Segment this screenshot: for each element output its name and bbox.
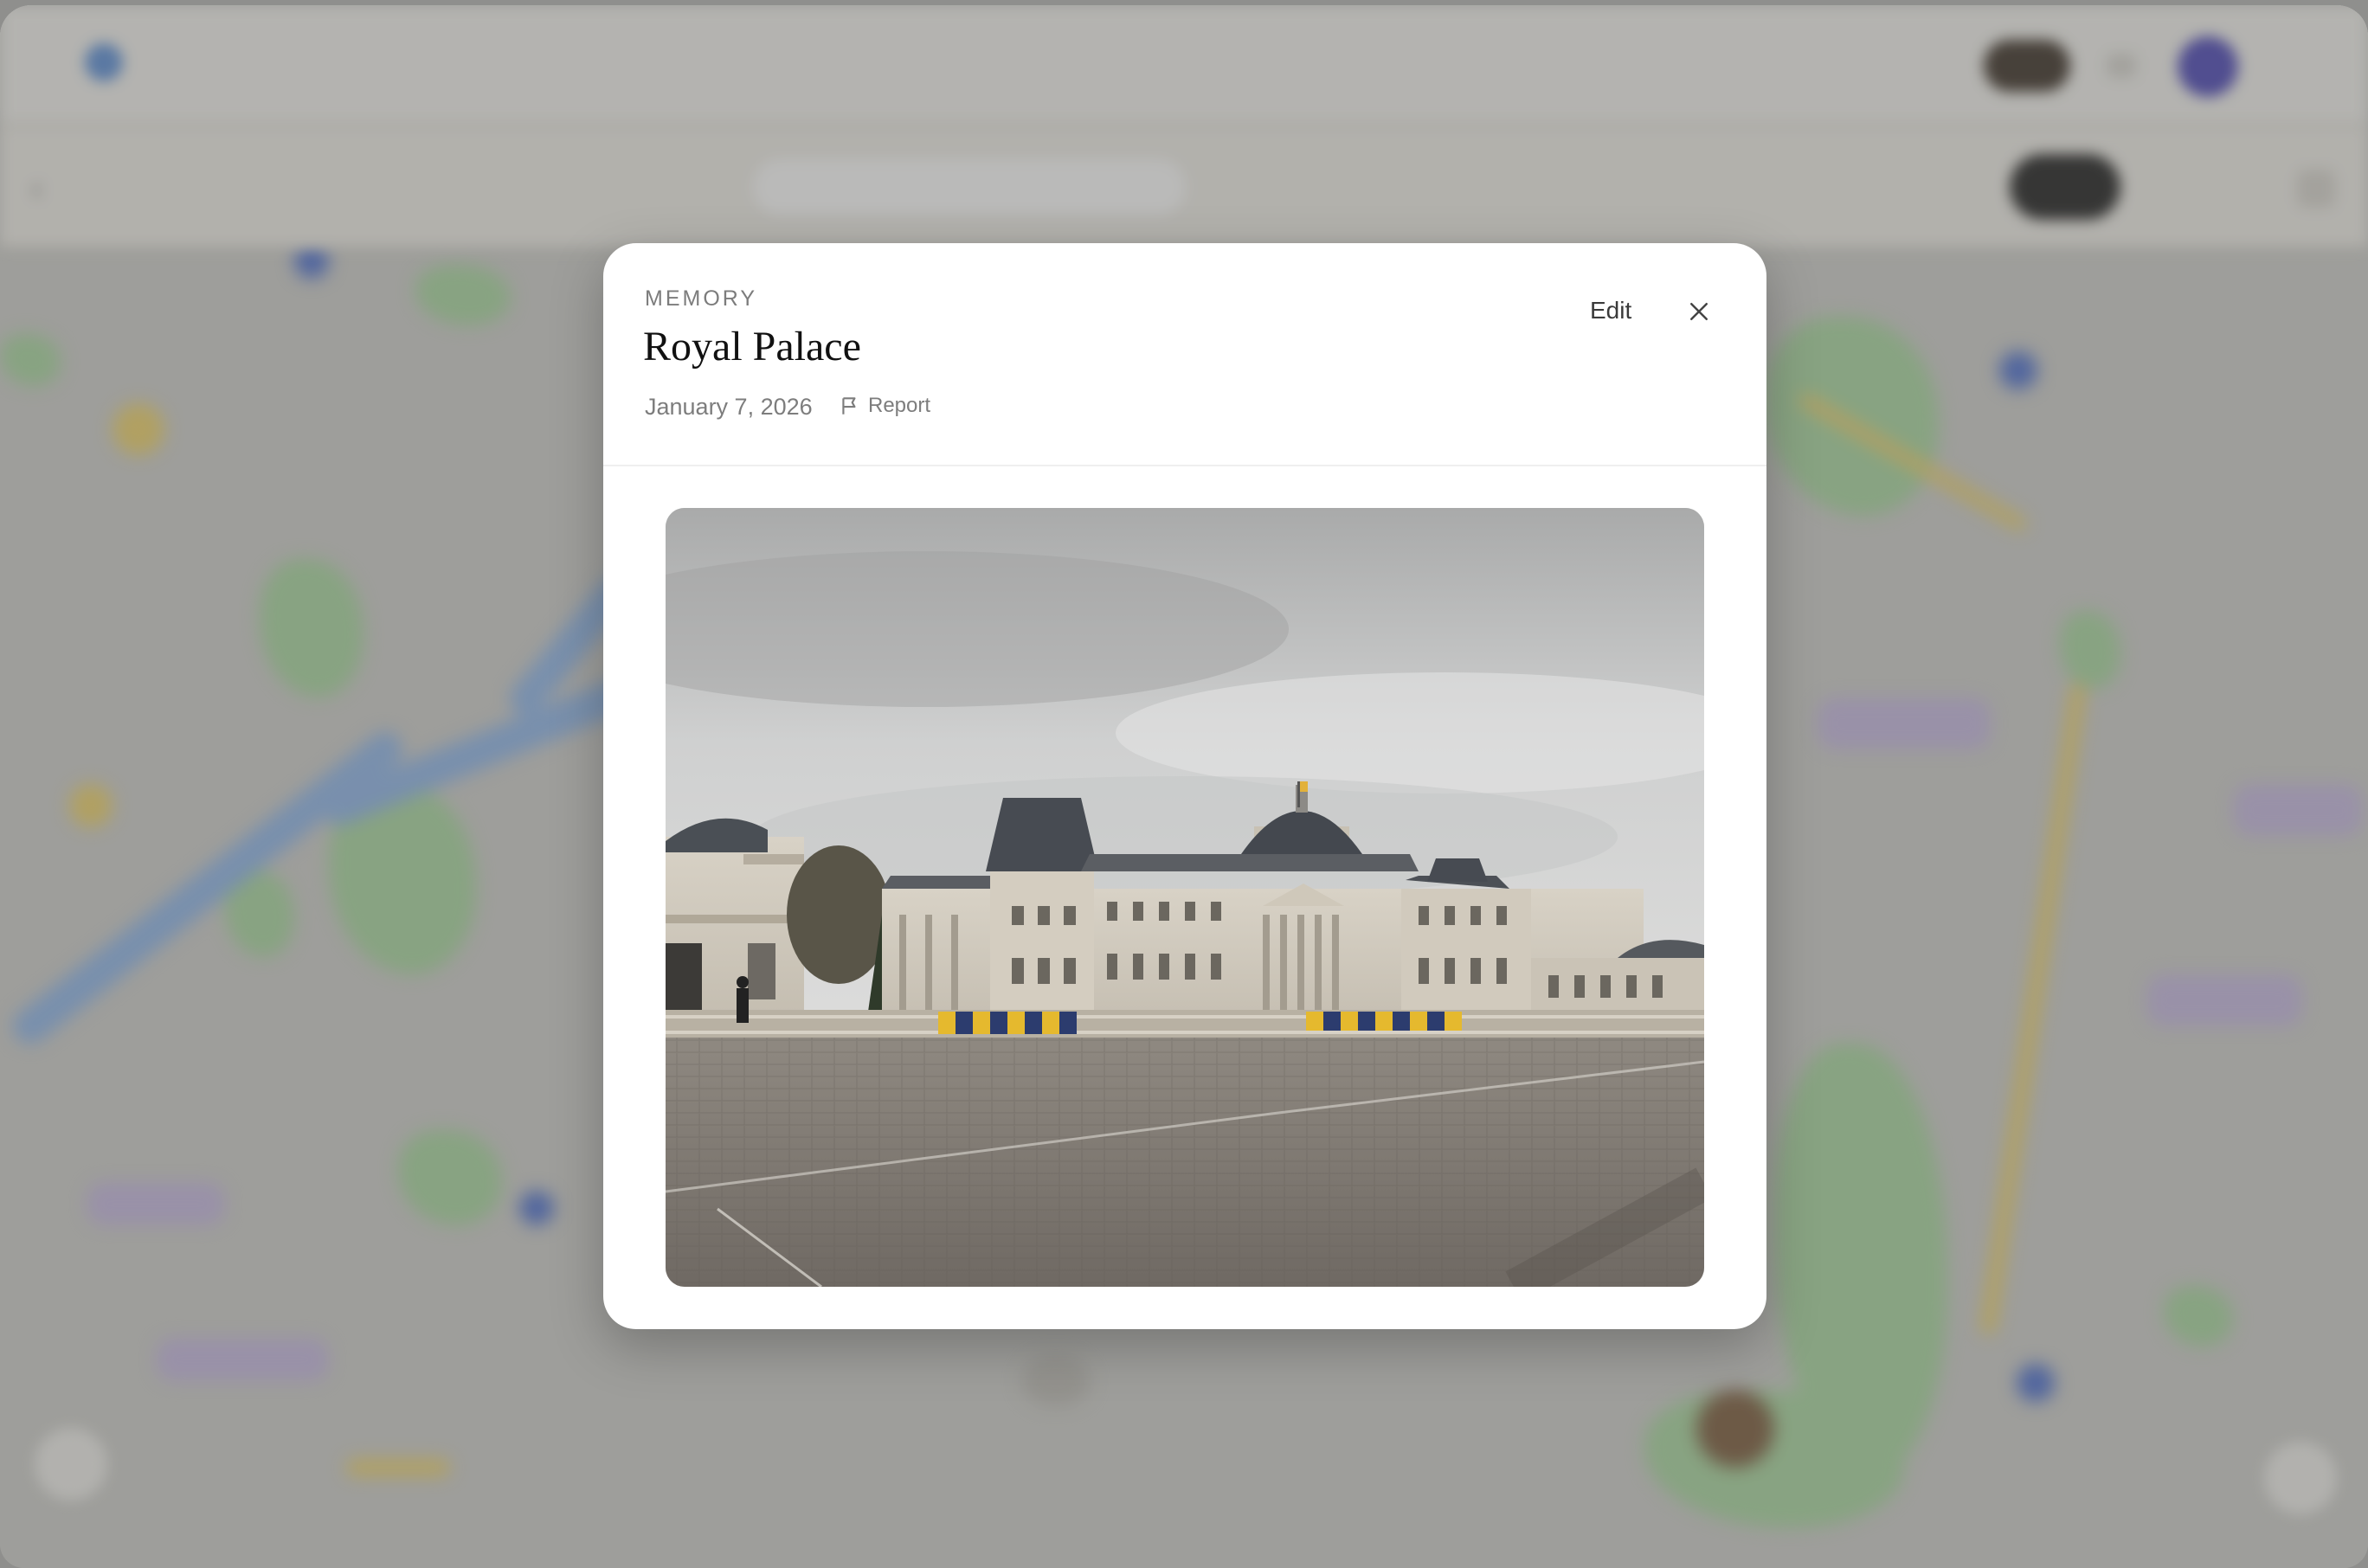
edit-button[interactable]: Edit [1590, 297, 1631, 325]
modal-eyebrow: MEMORY [645, 286, 758, 311]
memory-modal: MEMORY Royal Palace January 7, 2026 Repo… [603, 243, 1766, 1329]
royal-palace-photo [666, 508, 1704, 1287]
memory-photo[interactable] [666, 508, 1704, 1287]
close-button[interactable] [1679, 292, 1719, 331]
memory-title: Royal Palace [643, 324, 861, 370]
report-label: Report [868, 394, 931, 417]
modal-header: MEMORY Royal Palace January 7, 2026 Repo… [603, 243, 1766, 466]
flag-icon [842, 397, 856, 414]
close-icon [1690, 303, 1708, 320]
memory-date: January 7, 2026 [645, 394, 813, 420]
report-button[interactable]: Report [839, 394, 930, 418]
